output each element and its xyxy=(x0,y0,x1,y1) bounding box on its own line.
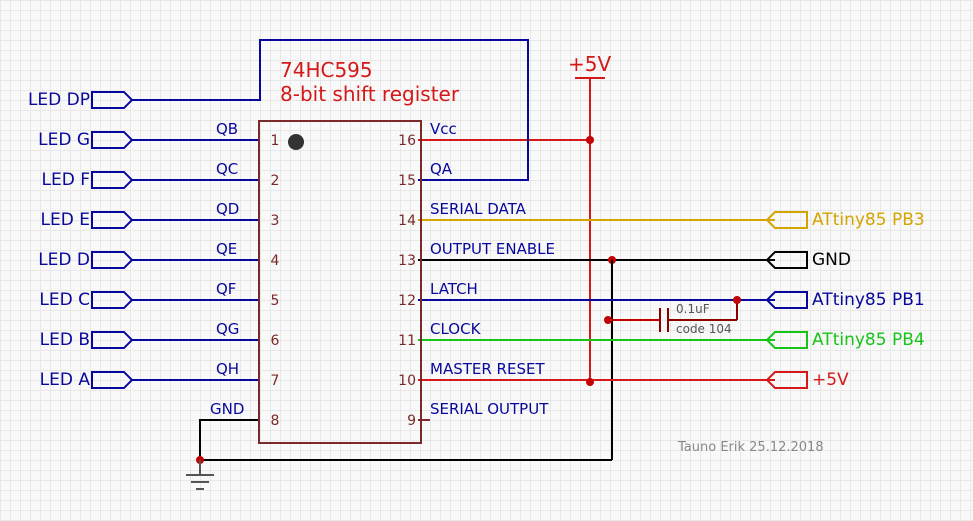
port-led-dp: LED DP xyxy=(15,90,90,110)
pin-num: 12 xyxy=(394,293,416,309)
pin1-marker-icon xyxy=(288,134,304,150)
sig-qb: QB xyxy=(216,120,238,138)
port-led-a: LED A xyxy=(15,370,90,390)
sig-mrst: MASTER RESET xyxy=(430,360,545,378)
sig-qa: QA xyxy=(430,160,452,178)
sig-vcc: Vcc xyxy=(430,120,457,138)
sig-sout: SERIAL OUTPUT xyxy=(430,400,548,418)
port-pb3: ATtiny85 PB3 xyxy=(812,210,925,230)
port-led-e: LED E xyxy=(15,210,90,230)
port-5v: +5V xyxy=(812,370,849,390)
pin-num: 15 xyxy=(394,173,416,189)
sig-qd: QD xyxy=(216,200,239,218)
port-pb1: ATtiny85 PB1 xyxy=(812,290,925,310)
plus5v-label: +5V xyxy=(568,52,611,76)
pin-num: 16 xyxy=(394,133,416,149)
chip-desc: 8-bit shift register xyxy=(280,82,459,106)
port-led-b: LED B xyxy=(15,330,90,350)
pin-num: 3 xyxy=(264,213,286,229)
sig-gnd: GND xyxy=(210,400,244,418)
port-led-f: LED F xyxy=(15,170,90,190)
port-shapes-right xyxy=(767,212,807,388)
pin-num: 10 xyxy=(394,373,416,389)
port-led-g: LED G xyxy=(15,130,90,150)
pin-num: 4 xyxy=(264,253,286,269)
pin-num: 5 xyxy=(264,293,286,309)
port-led-d: LED D xyxy=(15,250,90,270)
pin-num: 13 xyxy=(394,253,416,269)
chip-part: 74HC595 xyxy=(280,58,373,82)
port-shapes-left xyxy=(92,92,132,388)
sig-qh: QH xyxy=(216,360,239,378)
sig-qc: QC xyxy=(216,160,238,178)
pin-num: 7 xyxy=(264,373,286,389)
chip-74hc595: 1 2 3 4 5 6 7 8 16 15 14 13 12 11 10 9 xyxy=(258,120,422,444)
port-led-c: LED C xyxy=(15,290,90,310)
cap-value: 0.1uF xyxy=(676,302,710,316)
pin-num: 1 xyxy=(264,133,286,149)
pin-num: 11 xyxy=(394,333,416,349)
pin-num: 8 xyxy=(264,413,286,429)
sig-sdata: SERIAL DATA xyxy=(430,200,526,218)
schematic-canvas: 74HC595 8-bit shift register +5V 1 2 3 4… xyxy=(0,0,973,521)
pin-num: 9 xyxy=(394,413,416,429)
cap-code: code 104 xyxy=(676,322,732,336)
pin-num: 14 xyxy=(394,213,416,229)
pin-num: 6 xyxy=(264,333,286,349)
port-pb4: ATtiny85 PB4 xyxy=(812,330,925,350)
sig-qe: QE xyxy=(216,240,237,258)
sig-oe: OUTPUT ENABLE xyxy=(430,240,555,258)
credit: Tauno Erik 25.12.2018 xyxy=(678,440,824,455)
chip-title: 74HC595 8-bit shift register xyxy=(280,58,459,106)
sig-clock: CLOCK xyxy=(430,320,480,338)
port-gnd: GND xyxy=(812,250,851,270)
sig-qg: QG xyxy=(216,320,239,338)
sig-latch: LATCH xyxy=(430,280,478,298)
pin-num: 2 xyxy=(264,173,286,189)
sig-qf: QF xyxy=(216,280,236,298)
